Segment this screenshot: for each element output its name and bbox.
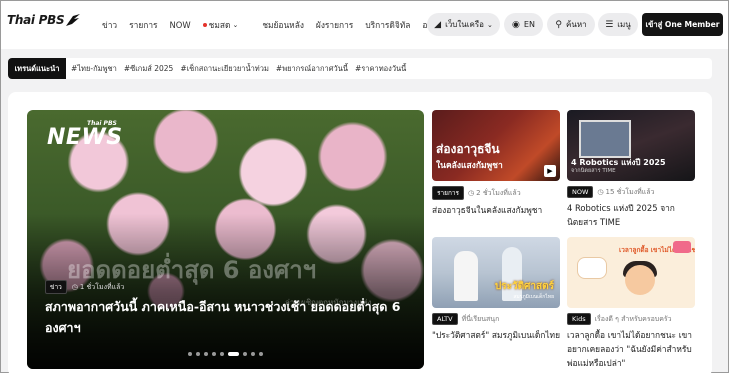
play-icon: ▶: [544, 165, 556, 177]
trending-tags: #ไทย-กัมพูชา #ซีเกมส์ 2025 #เช็กสถานะเยี…: [71, 63, 413, 75]
carousel-dot[interactable]: [204, 352, 208, 356]
hero-news-card[interactable]: Thai PBS NEWS ยอดดอยต่ำสุด 6 องศาฯ ล่างเ…: [27, 110, 424, 369]
time-ago: เรื่องดี ๆ สำหรับครอบครัว: [594, 314, 672, 323]
trending-tag[interactable]: #ไทย-กัมพูชา: [71, 63, 117, 75]
time-ago: 15 ชั่วโมงที่แล้ว: [605, 187, 655, 196]
kids-logo-icon: [673, 241, 691, 253]
thumb-subcaption: ในคลังแสงกัมพูชา: [436, 161, 503, 171]
thai-pbs-logo[interactable]: Thai PBS: [7, 13, 81, 27]
carousel-dot[interactable]: [228, 352, 239, 356]
category-badge[interactable]: รายการ: [432, 186, 465, 200]
nav-item-now[interactable]: NOW: [170, 18, 191, 32]
nav-item-news[interactable]: ข่าว: [102, 18, 117, 32]
trending-tag[interactable]: #ราคาทองวันนี้: [355, 63, 406, 75]
card-meta: Kids เรื่องดี ๆ สำหรับครอบครัว: [567, 313, 695, 325]
news-card[interactable]: เวลาลูกดื้อ เขาไม่ได้อยากชนะเรา Kids เรื…: [567, 237, 695, 370]
card-title[interactable]: "ประวัติศาสตร์" สมรภูมิเบนเด็กไทย: [432, 328, 560, 342]
card-thumbnail[interactable]: เวลาลูกดื้อ เขาไม่ได้อยากชนะเรา: [567, 237, 695, 308]
clock-icon: ◷: [468, 189, 475, 197]
menu-button[interactable]: ☰ เมนู: [598, 13, 638, 36]
card-title[interactable]: ส่องอาวุธจีนในคลังแสงกัมพูชา: [432, 203, 560, 217]
robot-screen-image: [579, 120, 631, 158]
time-ago: 2 ชั่วโมงที่แล้ว: [476, 188, 521, 197]
card-title[interactable]: เวลาลูกดื้อ เขาไม่ได้อยากชนะ เขาอยากเคยล…: [567, 328, 695, 370]
carousel-dot[interactable]: [196, 352, 200, 356]
trending-tag[interactable]: #เช็กสถานะเยียวยาน้ำท่วม: [180, 63, 269, 75]
nav-item-digital[interactable]: บริการดิจิทัล: [365, 18, 410, 32]
search-label: ค้นหา: [566, 20, 587, 29]
hero-headline[interactable]: สภาพอากาศวันนี้ ภาคเหนือ-อีสาน หนาวช่วงเ…: [45, 296, 405, 338]
card-meta: รายการ ◷ 2 ชั่วโมงที่แล้ว: [432, 186, 560, 200]
trending-bar: เทรนด์แนะนำ #ไทย-กัมพูชา #ซีเกมส์ 2025 #…: [8, 58, 712, 79]
thumb-subcaption: จากนิตยสาร TIME: [571, 168, 616, 174]
globe-icon: ◉: [512, 19, 520, 30]
trending-label: เทรนด์แนะนำ: [8, 58, 66, 79]
network-label: เว็บในเครือ: [445, 20, 484, 29]
category-badge[interactable]: ALTV: [432, 313, 458, 325]
news-logo-big: NEWS: [47, 125, 123, 150]
card-thumbnail[interactable]: 4 Robotics แห่งปี 2025 จากนิตยสาร TIME: [567, 110, 695, 181]
clock-icon: ◷: [71, 283, 78, 291]
news-card[interactable]: 4 Robotics แห่งปี 2025 จากนิตยสาร TIME N…: [567, 110, 695, 229]
trending-tag[interactable]: #พยากรณ์อากาศวันนี้: [276, 63, 348, 75]
hero-meta: ข่าว ◷ 1 ชั่วโมงที่แล้ว: [45, 280, 124, 294]
main-nav: ข่าว รายการ NOW ชมสด ⌄ ชมย้อนหลัง ผังรายก…: [102, 18, 479, 32]
thumb-subcaption: สมรภูมิเบนเด็กไทย: [513, 294, 554, 300]
thumb-caption: ส่องอาวุธจีน: [436, 142, 500, 156]
nav-item-schedule[interactable]: ผังรายการ: [316, 18, 353, 32]
menu-label: เมนู: [617, 20, 631, 29]
carousel-pagination: [188, 352, 267, 356]
time-ago: ที่นี่เรียนสนุก: [461, 314, 500, 323]
card-meta: NOW ◷ 15 ชั่วโมงที่แล้ว: [567, 186, 695, 198]
card-thumbnail[interactable]: ส่องอาวุธจีน ในคลังแสงกัมพูชา ▶: [432, 110, 560, 181]
live-dot-icon: [202, 23, 207, 27]
nav-item-live[interactable]: ชมสด ⌄: [202, 18, 251, 32]
network-sites-button[interactable]: ◢ เว็บในเครือ ⌄: [427, 13, 500, 36]
speech-bubble-icon: [577, 257, 607, 279]
card-title[interactable]: 4 Robotics แห่งปี 2025 จากนิตยสาร TIME: [567, 201, 695, 229]
student-figure: [454, 251, 478, 301]
nav-item-programs[interactable]: รายการ: [129, 18, 157, 32]
logo-bird-icon: [66, 14, 81, 26]
language-label: EN: [523, 20, 535, 29]
trending-tag[interactable]: #ซีเกมส์ 2025: [124, 63, 173, 75]
hamburger-icon: ☰: [605, 19, 614, 30]
logo-text: Thai PBS: [7, 13, 65, 27]
card-thumbnail[interactable]: ประวัติศาสตร์ สมรภูมิเบนเด็กไทย: [432, 237, 560, 308]
search-icon: ⚲: [555, 19, 562, 30]
child-face-illustration: [625, 265, 655, 295]
search-button[interactable]: ⚲ ค้นหา: [547, 13, 595, 36]
nav-item-replay[interactable]: ชมย้อนหลัง: [262, 18, 304, 32]
carousel-dot[interactable]: [243, 352, 247, 356]
carousel-dot[interactable]: [251, 352, 255, 356]
language-button[interactable]: ◉ EN: [504, 13, 543, 36]
thumb-caption: ประวัติศาสตร์: [494, 281, 554, 292]
carousel-dot[interactable]: [188, 352, 192, 356]
clock-icon: ◷: [597, 188, 604, 196]
carousel-dot[interactable]: [212, 352, 216, 356]
category-badge[interactable]: ข่าว: [45, 280, 67, 294]
carousel-dot[interactable]: [220, 352, 224, 356]
news-card[interactable]: ส่องอาวุธจีน ในคลังแสงกัมพูชา ▶ รายการ ◷…: [432, 110, 560, 217]
one-member-login-button[interactable]: เข้าสู่ One Member: [642, 13, 723, 36]
signal-icon: ◢: [434, 19, 442, 30]
time-ago: 1 ชั่วโมงที่แล้ว: [79, 282, 125, 291]
chevron-down-icon: ⌄: [486, 20, 493, 29]
top-header: Thai PBS ข่าว รายการ NOW ชมสด ⌄ ชมย้อนหลั…: [1, 1, 728, 49]
card-meta: ALTV ที่นี่เรียนสนุก: [432, 313, 560, 325]
carousel-dot[interactable]: [259, 352, 263, 356]
category-badge[interactable]: NOW: [567, 186, 594, 198]
chevron-down-icon: ⌄: [232, 21, 239, 29]
category-badge[interactable]: Kids: [567, 313, 591, 325]
news-card[interactable]: ประวัติศาสตร์ สมรภูมิเบนเด็กไทย ALTV ที่…: [432, 237, 560, 342]
thai-pbs-news-logo: Thai PBS NEWS: [47, 120, 123, 149]
